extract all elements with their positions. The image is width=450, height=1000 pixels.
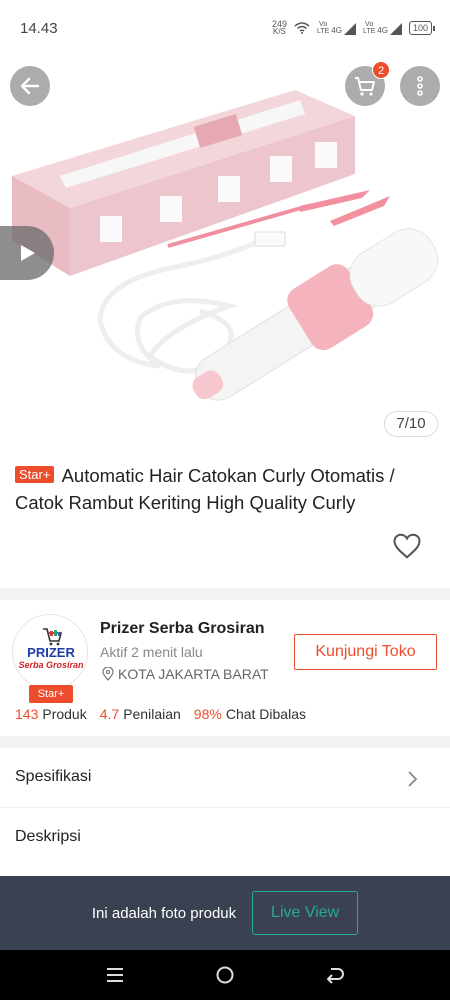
back-arrow-icon (20, 77, 40, 95)
net-speed: 249 K/S (272, 20, 287, 36)
sim1-label-bottom: LTE (316, 28, 330, 35)
recent-apps-icon[interactable] (105, 966, 125, 984)
status-time: 14.43 (20, 19, 58, 37)
stat-rating-value: 4.7 (99, 706, 120, 722)
signal-icon (389, 23, 402, 35)
cart-count-badge: 2 (372, 61, 390, 79)
stat-chat: 98% Chat Dibalas (194, 706, 306, 722)
description-row: Deskripsi (0, 808, 450, 876)
cart-icon (355, 77, 375, 96)
product-image[interactable] (0, 56, 450, 446)
back-button[interactable] (10, 66, 50, 106)
shop-logo[interactable]: PRIZER Serba Grosiran Star+ (12, 614, 88, 703)
home-icon[interactable] (215, 965, 235, 985)
shop-name[interactable]: Prizer Serba Grosiran (100, 620, 265, 638)
shop-location: KOTA JAKARTA BARAT (102, 666, 269, 682)
shop-logo-text-2: Serba Grosiran (18, 660, 84, 670)
shop-location-text: KOTA JAKARTA BARAT (118, 666, 269, 682)
system-navigation-bar (0, 950, 450, 1000)
specification-row[interactable]: Spesifikasi (0, 748, 450, 808)
stat-products[interactable]: 143 Produk (15, 706, 87, 722)
section-divider (0, 588, 450, 600)
live-view-banner: Ini adalah foto produk Live View (0, 876, 450, 950)
description-label: Deskripsi (15, 828, 81, 845)
stat-chat-value: 98% (193, 706, 222, 722)
cart-button[interactable]: 2 (345, 61, 390, 106)
stat-rating[interactable]: 4.7 Penilaian (100, 706, 181, 722)
sim1-network: 4G (331, 26, 342, 35)
product-title-text: Automatic Hair Catokan Curly Otomatis / … (15, 465, 395, 513)
location-pin-icon (102, 667, 114, 681)
shop-stats: 143 Produk 4.7 Penilaian 98% Chat Dibalas (15, 706, 306, 722)
sim2-network: 4G (377, 26, 388, 35)
heart-icon[interactable] (392, 532, 422, 560)
shop-star-badge: Star+ (29, 685, 73, 703)
live-view-button[interactable]: Live View (252, 891, 359, 935)
net-speed-unit: K/S (273, 27, 286, 36)
sim2-label-bottom: LTE (362, 28, 376, 35)
section-divider (0, 736, 450, 748)
signal-icon (343, 23, 356, 35)
live-banner-text: Ini adalah foto produk (91, 904, 237, 922)
shop-section: PRIZER Serba Grosiran Star+ Prizer Serba… (0, 600, 450, 736)
product-title-section: Star+ Automatic Hair Catokan Curly Otoma… (0, 452, 450, 588)
specification-label: Spesifikasi (15, 768, 92, 785)
shop-logo-text-1: PRIZER (27, 645, 75, 660)
stat-rating-label: Penilaian (123, 706, 181, 722)
wifi-icon (294, 22, 310, 34)
sim1-signal: Vo LTE 4G (317, 21, 356, 35)
status-icons: 249 K/S Vo LTE 4G Vo LTE 4G 100 (272, 20, 436, 36)
sim2-label-top: Vo (365, 21, 374, 28)
battery-icon: 100 (408, 21, 436, 35)
star-plus-badge: Star+ (15, 466, 55, 483)
more-options-button[interactable] (400, 66, 440, 106)
shop-active-status: Aktif 2 menit lalu (100, 644, 203, 660)
stat-products-label: Produk (42, 706, 87, 722)
back-nav-icon[interactable] (325, 965, 345, 985)
play-icon (21, 245, 35, 261)
more-vertical-icon (417, 76, 423, 96)
play-video-button[interactable] (0, 226, 54, 280)
image-counter: 7/10 (384, 411, 438, 437)
product-title: Star+ Automatic Hair Catokan Curly Otoma… (15, 462, 435, 516)
visit-shop-button[interactable]: Kunjungi Toko (294, 634, 437, 670)
stat-chat-label: Chat Dibalas (225, 706, 306, 722)
sim1-label-top: Vo (319, 21, 328, 28)
chevron-right-icon (408, 771, 418, 787)
stat-products-value: 143 (15, 706, 39, 722)
product-photo (12, 90, 439, 401)
status-bar: 14.43 249 K/S Vo LTE 4G Vo LTE 4G 100 (0, 0, 450, 56)
sim2-signal: Vo LTE 4G (363, 21, 402, 35)
